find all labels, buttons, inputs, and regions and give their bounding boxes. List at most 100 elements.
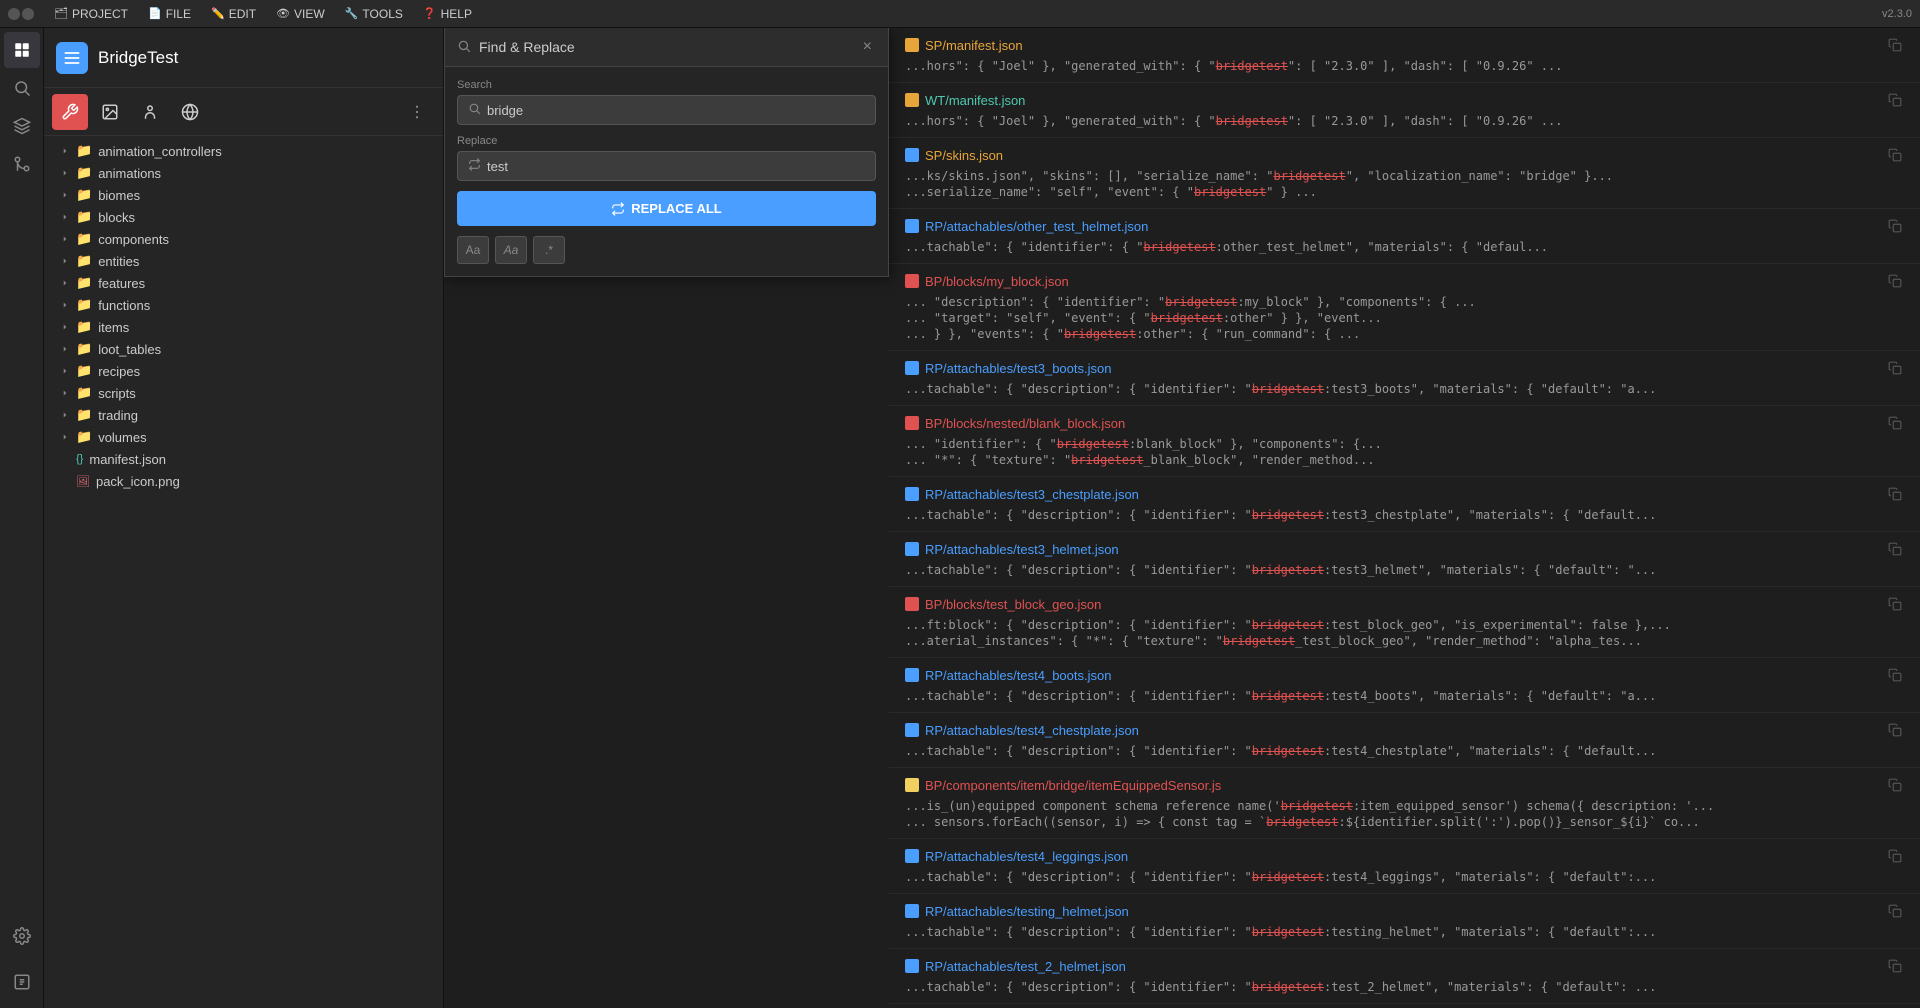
search-input[interactable] — [487, 103, 865, 118]
tools-icon: 🔧 — [345, 7, 359, 20]
copy-result-btn[interactable] — [1886, 36, 1904, 54]
copy-result-btn[interactable] — [1886, 776, 1904, 794]
tree-item-loot_tables[interactable]: 📁 loot_tables — [44, 338, 443, 360]
result-item-rp-attachables-test4-boots[interactable]: RP/attachables/test4_boots.json ...tacha… — [889, 658, 1920, 713]
tree-item-pack_icon.png[interactable]: 🖼 pack_icon.png — [44, 470, 443, 492]
activity-git[interactable] — [4, 146, 40, 182]
copy-result-btn[interactable] — [1886, 91, 1904, 109]
globe-tool-btn[interactable] — [172, 94, 208, 130]
case-sensitive-btn[interactable]: Aa — [457, 236, 489, 264]
result-line: ...is_(un)equipped component schema refe… — [905, 798, 1904, 814]
result-item-rp-attachables-test3-chestplate[interactable]: RP/attachables/test3_chestplate.json ...… — [889, 477, 1920, 532]
result-item-wt-manifest[interactable]: WT/manifest.json ...hors": { "Joel" }, "… — [889, 83, 1920, 138]
menu-file[interactable]: 📄 FILE — [140, 5, 199, 23]
tree-item-label: scripts — [98, 386, 136, 401]
menu-edit[interactable]: ✏️ EDIT — [203, 5, 264, 23]
image-tool-btn[interactable] — [92, 94, 128, 130]
copy-result-btn[interactable] — [1886, 666, 1904, 684]
result-item-sp-manifest[interactable]: SP/manifest.json ...hors": { "Joel" }, "… — [889, 28, 1920, 83]
copy-result-btn[interactable] — [1886, 485, 1904, 503]
result-item-rp-attachables-testing-helmet[interactable]: RP/attachables/testing_helmet.json ...ta… — [889, 894, 1920, 949]
tree-item-functions[interactable]: 📁 functions — [44, 294, 443, 316]
tree-item-animation_controllers[interactable]: 📁 animation_controllers — [44, 140, 443, 162]
copy-result-btn[interactable] — [1886, 217, 1904, 235]
copy-result-btn[interactable] — [1886, 272, 1904, 290]
tree-item-features[interactable]: 📁 features — [44, 272, 443, 294]
menu-file-label: FILE — [166, 7, 191, 21]
find-replace-close-btn[interactable]: × — [859, 36, 876, 58]
result-line: ...tachable": { "description": { "identi… — [905, 924, 1904, 940]
copy-result-btn[interactable] — [1886, 359, 1904, 377]
primary-tool-btn[interactable] — [52, 94, 88, 130]
result-item-sp-skins[interactable]: SP/skins.json ...ks/skins.json", "skins"… — [889, 138, 1920, 209]
tree-item-animations[interactable]: 📁 animations — [44, 162, 443, 184]
figure-tool-btn[interactable] — [132, 94, 168, 130]
tree-item-label: trading — [98, 408, 138, 423]
menu-view[interactable]: 👁 VIEW — [268, 5, 333, 23]
regex-btn[interactable]: .* — [533, 236, 565, 264]
activity-plugins[interactable] — [4, 964, 40, 1000]
activity-extensions[interactable] — [4, 108, 40, 144]
file-type-icon — [905, 93, 919, 107]
result-item-bp-blocks-my-block[interactable]: BP/blocks/my_block.json ... "description… — [889, 264, 1920, 351]
replace-input[interactable] — [487, 159, 865, 174]
result-item-rp-attachables-test3-helmet[interactable]: RP/attachables/test3_helmet.json ...tach… — [889, 532, 1920, 587]
project-icon: 🗂 — [54, 7, 68, 20]
copy-result-btn[interactable] — [1886, 902, 1904, 920]
tree-item-biomes[interactable]: 📁 biomes — [44, 184, 443, 206]
view-icon: 👁 — [276, 7, 290, 20]
file-menu-icon: 📄 — [148, 7, 162, 20]
activity-settings[interactable] — [4, 918, 40, 954]
result-filename-row: BP/blocks/nested/blank_block.json — [905, 414, 1904, 432]
whole-word-btn[interactable]: Aa — [495, 236, 527, 264]
result-filename-text: BP/components/item/bridge/itemEquippedSe… — [925, 778, 1221, 793]
result-item-rp-attachables-test3-boots[interactable]: RP/attachables/test3_boots.json ...tacha… — [889, 351, 1920, 406]
result-filename-text: RP/attachables/test3_helmet.json — [925, 542, 1119, 557]
tree-item-manifest.json[interactable]: {} manifest.json — [44, 448, 443, 470]
tree-item-entities[interactable]: 📁 entities — [44, 250, 443, 272]
result-line: ...hors": { "Joel" }, "generated_with": … — [905, 113, 1904, 129]
result-item-rp-attachables-test-2-helmet[interactable]: RP/attachables/test_2_helmet.json ...tac… — [889, 949, 1920, 1004]
more-tool-btn[interactable] — [399, 94, 435, 130]
menu-project[interactable]: 🗂 PROJECT — [46, 5, 136, 23]
tree-item-scripts[interactable]: 📁 scripts — [44, 382, 443, 404]
result-item-rp-attachables-test-chestplate[interactable]: RP/attachables/test_chestplate.json ...t… — [889, 1004, 1920, 1008]
result-line: ...tachable": { "description": { "identi… — [905, 979, 1904, 995]
copy-result-btn[interactable] — [1886, 540, 1904, 558]
result-item-rp-attachables-other-test-helmet[interactable]: RP/attachables/other_test_helmet.json ..… — [889, 209, 1920, 264]
activity-search[interactable] — [4, 70, 40, 106]
result-item-rp-attachables-test4-leggings[interactable]: RP/attachables/test4_leggings.json ...ta… — [889, 839, 1920, 894]
tree-item-volumes[interactable]: 📁 volumes — [44, 426, 443, 448]
file-type-icon — [905, 416, 919, 430]
replace-all-button[interactable]: REPLACE ALL — [457, 191, 876, 226]
result-filename-row: RP/attachables/test4_leggings.json — [905, 847, 1904, 865]
result-filename-text: SP/skins.json — [925, 148, 1003, 163]
search-label: Search — [457, 79, 876, 91]
activity-explorer[interactable] — [4, 32, 40, 68]
copy-result-btn[interactable] — [1886, 721, 1904, 739]
tree-item-blocks[interactable]: 📁 blocks — [44, 206, 443, 228]
find-replace-icon — [457, 39, 471, 56]
file-type-icon — [905, 361, 919, 375]
file-type-icon — [905, 778, 919, 792]
tree-item-recipes[interactable]: 📁 recipes — [44, 360, 443, 382]
copy-result-btn[interactable] — [1886, 414, 1904, 432]
result-item-bp-blocks-test-block-geo[interactable]: BP/blocks/test_block_geo.json ...ft:bloc… — [889, 587, 1920, 658]
result-item-bp-blocks-nested-blank-block[interactable]: BP/blocks/nested/blank_block.json ... "i… — [889, 406, 1920, 477]
tree-item-components[interactable]: 📁 components — [44, 228, 443, 250]
tree-item-trading[interactable]: 📁 trading — [44, 404, 443, 426]
file-tree: 📁 animation_controllers 📁 animations 📁 b… — [44, 136, 443, 1008]
menu-help[interactable]: ❓ HELP — [415, 5, 480, 23]
search-glyph-icon — [468, 102, 481, 118]
tree-item-label: pack_icon.png — [96, 474, 180, 489]
result-item-rp-attachables-test4-chestplate[interactable]: RP/attachables/test4_chestplate.json ...… — [889, 713, 1920, 768]
copy-result-btn[interactable] — [1886, 146, 1904, 164]
result-item-bp-components-item-bridge-sensor[interactable]: BP/components/item/bridge/itemEquippedSe… — [889, 768, 1920, 839]
copy-result-btn[interactable] — [1886, 595, 1904, 613]
copy-result-btn[interactable] — [1886, 957, 1904, 975]
copy-result-btn[interactable] — [1886, 847, 1904, 865]
result-line: ... "target": "self", "event": { "bridge… — [905, 310, 1904, 326]
menu-tools[interactable]: 🔧 TOOLS — [337, 5, 411, 23]
result-filename-text: RP/attachables/other_test_helmet.json — [925, 219, 1148, 234]
tree-item-items[interactable]: 📁 items — [44, 316, 443, 338]
